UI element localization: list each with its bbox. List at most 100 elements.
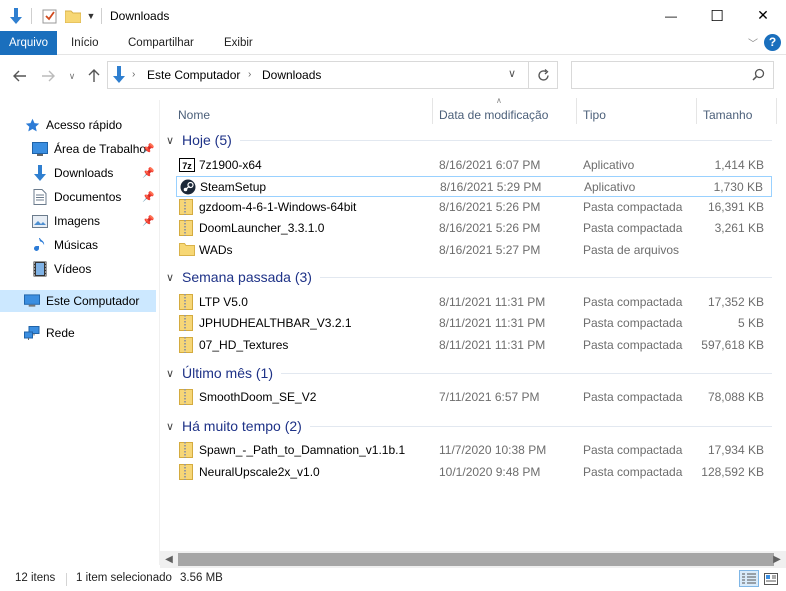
properties-icon[interactable] bbox=[39, 6, 59, 26]
customize-toolbar-dropdown-icon[interactable]: ▼ bbox=[85, 6, 97, 26]
group-header-hoje-5[interactable]: ∨ Hoje (5) bbox=[166, 129, 232, 151]
group-divider-line bbox=[320, 277, 772, 278]
sidebar-item-downloads[interactable]: Downloads 📌 bbox=[32, 162, 156, 184]
sidebar-item-acesso-rapido[interactable]: Acesso rápido bbox=[24, 114, 154, 136]
breadcrumb-chevron-icon[interactable]: › bbox=[248, 69, 251, 80]
file-type: Pasta compactada bbox=[583, 295, 683, 309]
search-input[interactable] bbox=[571, 61, 774, 89]
sidebar-item-area-de-trabalho[interactable]: Área de Trabalho 📌 bbox=[32, 138, 156, 160]
quick-access-down-arrow-icon[interactable] bbox=[6, 6, 26, 26]
sort-ascending-chevron-icon: ∧ bbox=[496, 96, 502, 105]
file-size: 597,618 KB bbox=[701, 338, 764, 352]
file-type: Pasta compactada bbox=[583, 316, 683, 330]
computer-icon bbox=[24, 293, 40, 309]
file-size: 5 KB bbox=[737, 316, 764, 330]
file-name: 07_HD_Textures bbox=[199, 338, 289, 352]
file-row-smoothdoom-se-v2[interactable]: SmoothDoom_SE_V2 7/11/2021 6:57 PM Pasta c… bbox=[176, 387, 772, 408]
breadcrumb-este-computador[interactable]: Este Computador bbox=[147, 68, 240, 82]
group-collapse-chevron-icon[interactable]: ∨ bbox=[166, 271, 178, 284]
file-size: 1,414 KB bbox=[714, 158, 764, 172]
breadcrumb-downloads[interactable]: Downloads bbox=[262, 68, 321, 82]
file-row-7z1900-x64[interactable]: 7z 7z1900-x64 8/16/2021 6:07 PM Aplicativo 1… bbox=[176, 155, 772, 176]
group-collapse-chevron-icon[interactable]: ∨ bbox=[166, 367, 178, 380]
refresh-button[interactable] bbox=[529, 61, 558, 89]
group-collapse-chevron-icon[interactable]: ∨ bbox=[166, 134, 178, 147]
sidebar-item-videos[interactable]: Vídeos bbox=[32, 258, 156, 280]
group-header-ha-muito-tempo-2[interactable]: ∨ Há muito tempo (2) bbox=[166, 415, 302, 437]
file-name: gzdoom-4-6-1-Windows-64bit bbox=[199, 200, 357, 214]
tab-arquivo[interactable]: Arquivo bbox=[0, 31, 57, 55]
group-label: Hoje (5) bbox=[182, 132, 232, 148]
column-header-tamanho[interactable]: Tamanho bbox=[703, 102, 752, 128]
group-header-semana-passada-3[interactable]: ∨ Semana passada (3) bbox=[166, 266, 312, 288]
address-dropdown-chevron-icon[interactable]: ∨ bbox=[508, 67, 516, 80]
zip-folder-icon bbox=[179, 220, 195, 236]
7zip-icon: 7z bbox=[179, 157, 195, 173]
column-separator[interactable] bbox=[432, 98, 433, 124]
file-row-ltp-v5-0[interactable]: LTP V5.0 8/11/2021 11:31 PM Pasta compacta… bbox=[176, 292, 772, 313]
file-row-gzdoom-4-6-1-windows-64bit[interactable]: gzdoom-4-6-1-Windows-64bit 8/16/2021 5:26… bbox=[176, 197, 772, 218]
large-icons-view-button[interactable] bbox=[761, 570, 781, 587]
group-label: Há muito tempo (2) bbox=[182, 418, 302, 434]
horizontal-scrollbar[interactable]: ◀ ▶ bbox=[160, 551, 786, 568]
scroll-left-arrow-icon[interactable]: ◀ bbox=[163, 553, 175, 566]
file-row-wads[interactable]: WADs 8/16/2021 5:27 PM Pasta de arquivos bbox=[176, 240, 772, 261]
group-header-ultimo-mes-1[interactable]: ∨ Último mês (1) bbox=[166, 362, 273, 384]
sidebar-item-rede[interactable]: Rede bbox=[24, 322, 154, 344]
column-separator[interactable] bbox=[776, 98, 777, 124]
column-separator[interactable] bbox=[696, 98, 697, 124]
file-row-07-hd-textures[interactable]: 07_HD_Textures 8/11/2021 11:31 PM Pasta co… bbox=[176, 335, 772, 356]
sidebar-item-imagens[interactable]: Imagens 📌 bbox=[32, 210, 156, 232]
maximize-button[interactable]: ☐ bbox=[694, 0, 740, 31]
file-list: Nome Data de modificação ∧ Tipo Tamanho … bbox=[160, 96, 786, 551]
column-separator[interactable] bbox=[576, 98, 577, 124]
tab-inicio[interactable]: Início bbox=[71, 31, 99, 55]
new-folder-icon[interactable] bbox=[63, 6, 83, 26]
close-button[interactable]: ✕ bbox=[740, 0, 786, 31]
details-view-button[interactable] bbox=[739, 570, 759, 587]
file-row-steamsetup[interactable]: SteamSetup 8/16/2021 5:29 PM Aplicativo 1,7… bbox=[176, 176, 772, 197]
file-date: 8/16/2021 5:26 PM bbox=[439, 221, 541, 235]
pin-icon[interactable]: 📌 bbox=[142, 168, 154, 179]
sidebar-item-label: Downloads bbox=[54, 166, 114, 180]
status-bar: 12 itens 1 item selecionado 3.56 MB bbox=[0, 568, 786, 591]
file-name: 7z1900-x64 bbox=[199, 158, 262, 172]
column-header-nome[interactable]: Nome bbox=[178, 102, 210, 128]
scrollbar-thumb[interactable] bbox=[178, 553, 774, 566]
breadcrumb-chevron-icon[interactable]: › bbox=[132, 69, 135, 80]
tab-exibir[interactable]: Exibir bbox=[224, 31, 253, 55]
file-row-neuralupscale2x-v1-0[interactable]: NeuralUpscale2x_v1.0 10/1/2020 9:48 PM Pas… bbox=[176, 462, 772, 483]
column-header-data-de-modificacao[interactable]: Data de modificação bbox=[439, 102, 548, 128]
group-divider-line bbox=[240, 140, 772, 141]
document-icon bbox=[32, 189, 48, 205]
back-button[interactable] bbox=[10, 66, 30, 86]
expand-ribbon-chevron-icon[interactable]: ﹀ bbox=[748, 35, 758, 50]
pin-icon[interactable]: 📌 bbox=[142, 192, 154, 203]
sidebar-item-este-computador[interactable]: Este Computador bbox=[0, 290, 156, 312]
recent-locations-chevron-icon[interactable]: ∨ bbox=[64, 66, 80, 86]
group-collapse-chevron-icon[interactable]: ∨ bbox=[166, 420, 178, 433]
downloads-location-icon bbox=[112, 66, 126, 86]
sidebar-item-musicas[interactable]: Músicas bbox=[32, 234, 156, 256]
tab-compartilhar[interactable]: Compartilhar bbox=[128, 31, 194, 55]
pin-icon[interactable]: 📌 bbox=[142, 144, 154, 155]
selection-size: 3.56 MB bbox=[180, 572, 223, 584]
group-divider-line bbox=[281, 373, 772, 374]
help-button[interactable]: ? bbox=[764, 34, 781, 51]
address-bar[interactable]: › Este Computador › Downloads ∨ bbox=[107, 61, 529, 89]
folder-icon bbox=[179, 242, 195, 258]
zip-folder-icon bbox=[179, 337, 195, 353]
minimize-button[interactable]: — bbox=[648, 0, 694, 31]
sidebar-item-documentos[interactable]: Documentos 📌 bbox=[32, 186, 156, 208]
file-row-doomlauncher-3-3-1-0[interactable]: DoomLauncher_3.3.1.0 8/16/2021 5:26 PM Pas… bbox=[176, 218, 772, 239]
file-row-spawn-path-to-damnation-v1-1b-1[interactable]: Spawn_-_Path_to_Damnation_v1.1b.1 11/7/20… bbox=[176, 440, 772, 461]
up-button[interactable] bbox=[84, 66, 104, 86]
file-row-jphudhealthbar-v3-2-1[interactable]: JPHUDHEALTHBAR_V3.2.1 8/11/2021 11:31 PM P… bbox=[176, 313, 772, 334]
file-type: Pasta compactada bbox=[583, 200, 683, 214]
file-name: DoomLauncher_3.3.1.0 bbox=[199, 221, 325, 235]
pin-icon[interactable]: 📌 bbox=[142, 216, 154, 227]
forward-button[interactable] bbox=[38, 66, 58, 86]
column-header-tipo[interactable]: Tipo bbox=[583, 102, 606, 128]
ribbon-tabs: Arquivo Início Compartilhar Exibir ﹀ ? bbox=[0, 31, 786, 55]
scroll-right-arrow-icon[interactable]: ▶ bbox=[771, 553, 783, 566]
